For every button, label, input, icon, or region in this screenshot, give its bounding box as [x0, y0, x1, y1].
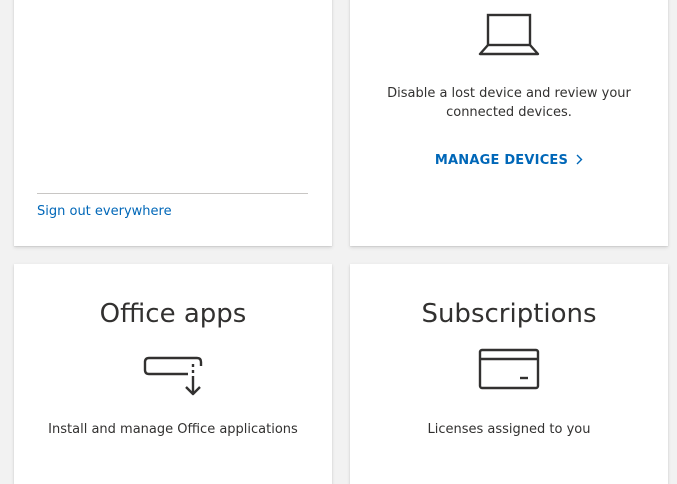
security-card: Sign out everywhere [14, 0, 332, 246]
office-apps-description: Install and manage Office applications [48, 422, 298, 437]
card-divider [37, 193, 308, 194]
manage-devices-link[interactable]: MANAGE DEVICES [350, 153, 668, 169]
sign-out-everywhere-link[interactable]: Sign out everywhere [37, 204, 172, 219]
devices-card: Disable a lost device and review your co… [350, 0, 668, 246]
subscriptions-title: Subscriptions [421, 299, 597, 329]
devices-description-line-1: Disable a lost device and review your [387, 86, 631, 101]
devices-description: Disable a lost device and review your co… [350, 84, 668, 122]
office-apps-card[interactable]: Office apps Install and manage Office ap… [14, 264, 332, 484]
credit-card-icon [350, 348, 668, 390]
install-download-icon [14, 356, 332, 400]
chevron-right-icon [576, 154, 583, 169]
laptop-icon [350, 10, 668, 56]
subscriptions-card[interactable]: Subscriptions Licenses assigned to you [350, 264, 668, 484]
devices-description-line-2: connected devices. [446, 105, 572, 120]
office-apps-title: Office apps [99, 299, 247, 329]
manage-devices-label: MANAGE DEVICES [434, 153, 569, 168]
subscriptions-description: Licenses assigned to you [427, 422, 591, 437]
